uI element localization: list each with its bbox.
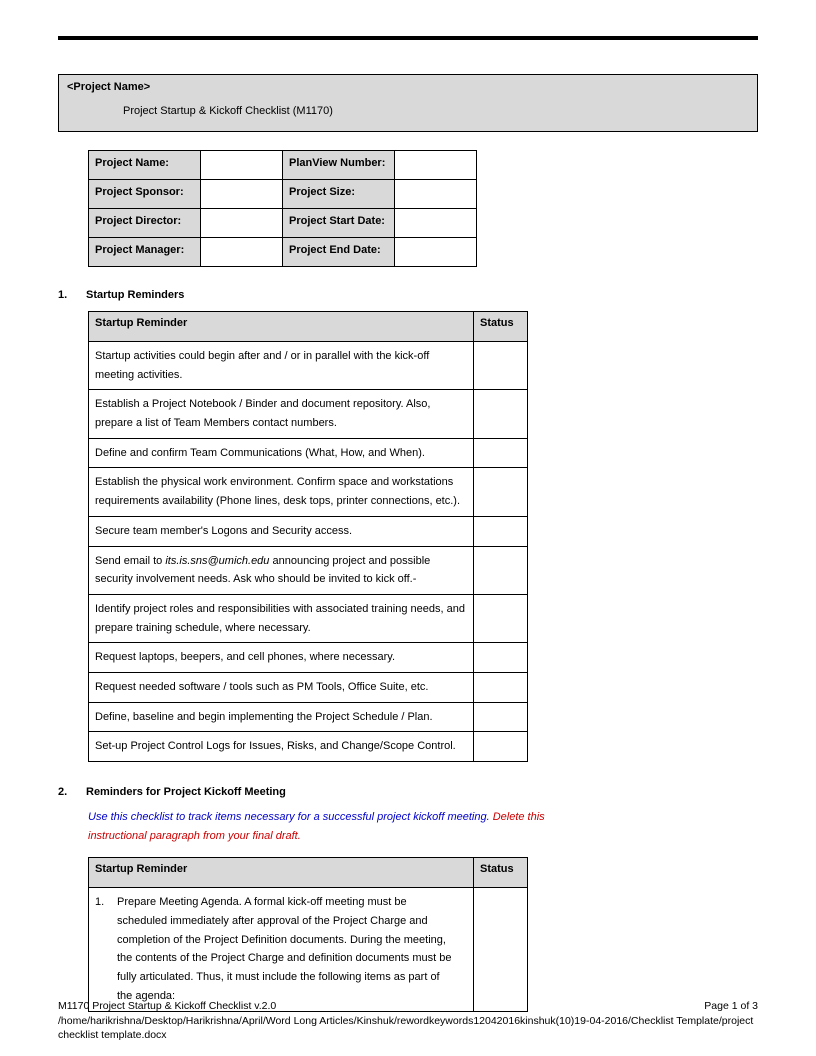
table-row: Establish a Project Notebook / Binder an…	[89, 390, 528, 438]
reminder-cell: Request laptops, beepers, and cell phone…	[89, 643, 474, 673]
table-row: Request needed software / tools such as …	[89, 672, 528, 702]
table-row: Secure team member's Logons and Security…	[89, 516, 528, 546]
table-row: Request laptops, beepers, and cell phone…	[89, 643, 528, 673]
col-header-reminder: Startup Reminder	[89, 312, 474, 342]
footer-version: M1170 Project Startup & Kickoff Checklis…	[58, 999, 276, 1013]
status-cell	[474, 438, 528, 468]
status-cell	[474, 643, 528, 673]
status-cell	[474, 546, 528, 594]
section-2-heading: 2.Reminders for Project Kickoff Meeting	[58, 786, 758, 798]
status-cell	[474, 468, 528, 516]
info-label: Project Director:	[89, 209, 201, 238]
info-label: Project Manager:	[89, 238, 201, 267]
col-header-reminder: Startup Reminder	[89, 858, 474, 888]
table-row: Project Director: Project Start Date:	[89, 209, 477, 238]
table-row: Project Manager: Project End Date:	[89, 238, 477, 267]
status-cell	[474, 390, 528, 438]
section-number: 1.	[58, 289, 86, 301]
info-label: Project Size:	[283, 180, 395, 209]
info-value	[395, 151, 477, 180]
instructional-paragraph: Use this checklist to track items necess…	[88, 808, 558, 845]
table-row: Establish the physical work environment.…	[89, 468, 528, 516]
table-row: Set-up Project Control Logs for Issues, …	[89, 732, 528, 762]
info-label: Project Name:	[89, 151, 201, 180]
email-pre: Send email to	[95, 555, 165, 567]
reminder-cell: Identify project roles and responsibilit…	[89, 594, 474, 642]
info-value	[395, 238, 477, 267]
reminder-cell: 1.Prepare Meeting Agenda. A formal kick-…	[89, 888, 474, 1011]
instruct-blue: Use this checklist to track items necess…	[88, 811, 493, 823]
document-page: <Project Name> Project Startup & Kickoff…	[0, 0, 816, 1056]
document-title: Project Startup & Kickoff Checklist (M11…	[59, 99, 757, 131]
status-cell	[474, 702, 528, 732]
col-header-status: Status	[474, 858, 528, 888]
reminder-cell: Startup activities could begin after and…	[89, 342, 474, 390]
table-row: Project Sponsor: Project Size:	[89, 180, 477, 209]
table-row: Startup activities could begin after and…	[89, 342, 528, 390]
footer-page-number: Page 1 of 3	[704, 999, 758, 1013]
reminder-cell: Establish the physical work environment.…	[89, 468, 474, 516]
project-name-placeholder: <Project Name>	[59, 75, 757, 99]
info-value	[201, 209, 283, 238]
reminder-cell: Establish a Project Notebook / Binder an…	[89, 390, 474, 438]
info-tbody: Project Name: PlanView Number: Project S…	[89, 151, 477, 267]
header-box: <Project Name> Project Startup & Kickoff…	[58, 74, 758, 132]
info-label: Project End Date:	[283, 238, 395, 267]
startup-reminders-table: Startup Reminder Status Startup activiti…	[88, 311, 528, 762]
info-value	[201, 151, 283, 180]
info-value	[201, 180, 283, 209]
col-header-status: Status	[474, 312, 528, 342]
page-footer: M1170 Project Startup & Kickoff Checklis…	[58, 999, 758, 1042]
reminder-cell: Request needed software / tools such as …	[89, 672, 474, 702]
table-row: Identify project roles and responsibilit…	[89, 594, 528, 642]
section-1-heading: 1.Startup Reminders	[58, 289, 758, 301]
info-label: Project Sponsor:	[89, 180, 201, 209]
table-row: 1.Prepare Meeting Agenda. A formal kick-…	[89, 888, 528, 1011]
info-value	[395, 180, 477, 209]
status-cell	[474, 888, 528, 1011]
top-rule	[58, 36, 758, 40]
status-cell	[474, 342, 528, 390]
section-title: Startup Reminders	[86, 289, 184, 301]
kickoff-reminders-table: Startup Reminder Status 1.Prepare Meetin…	[88, 857, 528, 1011]
reminder-cell: Define and confirm Team Communications (…	[89, 438, 474, 468]
footer-path: /home/harikrishna/Desktop/Harikrishna/Ap…	[58, 1014, 758, 1042]
info-label: Project Start Date:	[283, 209, 395, 238]
table-row: Send email to its.is.sns@umich.edu annou…	[89, 546, 528, 594]
reminder-cell-email: Send email to its.is.sns@umich.edu annou…	[89, 546, 474, 594]
reminder-cell: Set-up Project Control Logs for Issues, …	[89, 732, 474, 762]
reminder-cell: Define, baseline and begin implementing …	[89, 702, 474, 732]
section-title: Reminders for Project Kickoff Meeting	[86, 786, 286, 798]
status-cell	[474, 516, 528, 546]
info-value	[201, 238, 283, 267]
status-cell	[474, 672, 528, 702]
email-address: its.is.sns@umich.edu	[165, 555, 269, 567]
status-cell	[474, 594, 528, 642]
table-row: Define, baseline and begin implementing …	[89, 702, 528, 732]
item-text: Prepare Meeting Agenda. A formal kick-of…	[117, 893, 457, 1005]
project-info-table: Project Name: PlanView Number: Project S…	[88, 150, 477, 267]
table-row: Define and confirm Team Communications (…	[89, 438, 528, 468]
table-row: Project Name: PlanView Number:	[89, 151, 477, 180]
info-value	[395, 209, 477, 238]
section-number: 2.	[58, 786, 86, 798]
status-cell	[474, 732, 528, 762]
info-label: PlanView Number:	[283, 151, 395, 180]
item-number: 1.	[95, 893, 117, 912]
reminder-cell: Secure team member's Logons and Security…	[89, 516, 474, 546]
